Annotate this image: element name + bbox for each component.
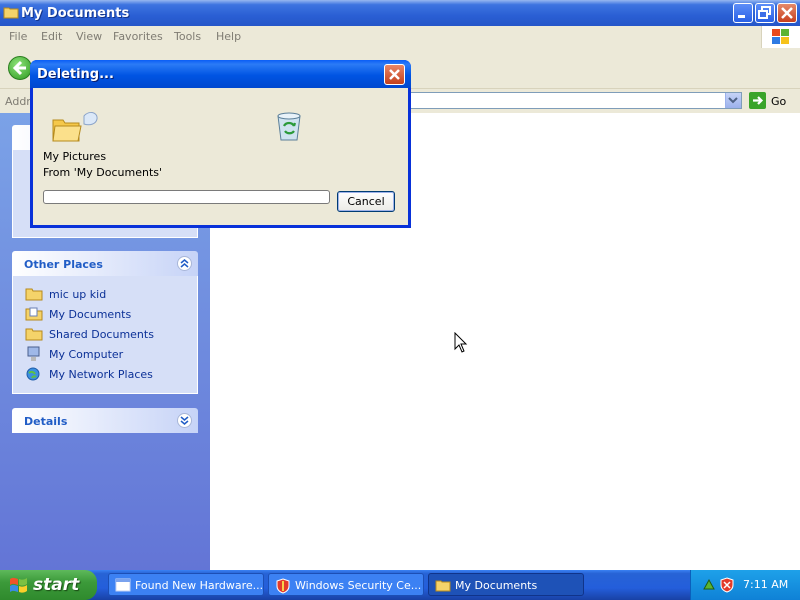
menu-help[interactable]: Help [216,30,241,43]
place-label: My Network Places [49,368,153,381]
system-tray: 7:11 AM [690,570,800,600]
window-title-bar[interactable]: My Documents [0,0,800,26]
taskbar: start Found New Hardware... Windows Secu… [0,570,800,600]
cancel-button[interactable]: Cancel [337,191,395,212]
close-button[interactable] [777,3,797,23]
place-label: My Computer [49,348,124,361]
deleting-dialog: Deleting... My Pictures From 'My Documen… [30,60,411,228]
other-places-header[interactable]: Other Places [12,251,198,276]
address-input[interactable] [410,92,742,109]
menu-tools[interactable]: Tools [174,30,201,43]
start-label: start [33,575,80,595]
address-label: Addr [5,95,31,108]
go-label[interactable]: Go [771,95,786,108]
menu-file[interactable]: File [9,30,27,43]
back-button[interactable] [8,56,32,80]
restore-button[interactable] [755,3,775,23]
chevron-down-icon [180,416,189,425]
task-label: My Documents [455,579,538,592]
minimize-icon [738,15,745,18]
menu-bar: File Edit View Favorites Tools Help [0,26,800,49]
documents-folder-icon [25,307,43,321]
details-box: Details [12,408,198,433]
task-windows-security-center[interactable]: Windows Security Ce... [268,573,424,596]
recycle-bin-icon [277,112,301,141]
window-title: My Documents [21,6,130,21]
other-places-box: Other Places mic up kid My Documents Sha… [12,251,198,394]
menu-favorites[interactable]: Favorites [113,30,163,43]
folder-icon [25,288,43,301]
clock: 7:11 AM [743,578,789,591]
task-my-documents[interactable]: My Documents [428,573,584,596]
network-globe-icon [26,367,40,381]
mouse-cursor-icon [454,332,468,353]
place-label: My Documents [49,308,132,321]
collapse-button[interactable] [177,256,192,271]
shared-folder-icon [25,328,43,341]
windows-logo-icon [761,26,800,48]
go-arrow-icon [753,96,764,105]
other-places-body: mic up kid My Documents Shared Documents… [12,276,198,394]
minimize-button[interactable] [733,3,753,23]
menu-edit[interactable]: Edit [41,30,62,43]
details-header[interactable]: Details [12,408,198,433]
place-label: mic up kid [49,288,107,301]
dialog-title: Deleting... [37,67,114,82]
folder-icon [3,5,19,22]
start-button[interactable]: start [0,570,97,600]
chevron-down-icon [728,97,738,104]
item-name: My Pictures [43,150,107,163]
task-found-new-hardware[interactable]: Found New Hardware... [108,573,264,596]
security-alert-icon[interactable] [719,577,735,593]
task-label: Found New Hardware... [135,579,264,592]
address-dropdown-button[interactable] [725,93,741,108]
place-label: Shared Documents [49,328,154,341]
item-source: From 'My Documents' [43,166,163,179]
restore-icon [758,6,771,19]
folder-icon [435,580,451,592]
details-title: Details [24,415,68,428]
computer-icon [27,346,40,361]
task-label: Windows Security Ce... [295,579,422,592]
delete-progress-bar [43,190,330,204]
other-places-title: Other Places [24,258,103,271]
go-button[interactable] [749,92,766,109]
back-arrow-icon [12,60,26,76]
expand-button[interactable] [177,413,192,428]
dialog-title-bar[interactable]: Deleting... [30,60,411,88]
dialog-close-button[interactable] [384,64,405,85]
flying-folder-icon [52,111,98,142]
menu-view[interactable]: View [76,30,102,43]
close-icon [781,7,793,19]
window-icon [115,578,131,592]
close-icon [389,69,400,80]
dialog-body: My Pictures From 'My Documents' Cancel [33,88,408,225]
windows-flag-icon [10,577,27,593]
chevron-up-icon [180,259,189,268]
security-shield-icon [276,578,290,594]
network-tray-icon[interactable] [701,577,717,593]
